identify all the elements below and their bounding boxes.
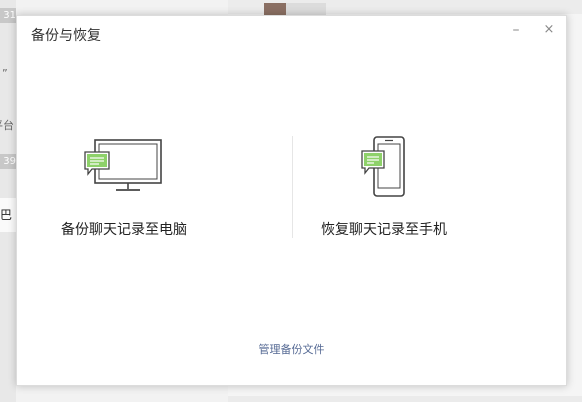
message-bubble (286, 3, 326, 15)
minimize-button[interactable]: – (506, 20, 526, 40)
backup-to-computer-option[interactable]: 备份聊天记录至电脑 (17, 134, 257, 244)
monitor-chat-icon (84, 139, 162, 191)
image-thumbnail[interactable] (264, 3, 286, 15)
chat-preview-fragment: 平台 (0, 119, 14, 132)
restore-to-phone-label: 恢复聊天记录至手机 (321, 222, 447, 238)
chat-time-badge: 31 (0, 8, 16, 23)
chat-list-panel: 31 ” 平台 39 巴 (0, 0, 16, 402)
close-button[interactable]: × (539, 20, 559, 40)
phone-chat-icon (361, 136, 405, 197)
dialog-title: 备份与恢复 (31, 28, 101, 44)
chat-time-badge: 39 (0, 154, 16, 169)
backup-to-computer-label: 备份聊天记录至电脑 (61, 222, 187, 238)
manage-backup-files-link[interactable]: 管理备份文件 (17, 341, 566, 357)
chat-preview-fragment: ” (2, 67, 8, 80)
restore-to-phone-option[interactable]: 恢复聊天记录至手机 (307, 134, 547, 244)
chat-footer-strip (228, 396, 582, 402)
backup-restore-dialog: 备份与恢复 – × 备份聊天记录至电脑 恢复聊天记录至手机 管理备份文件 (16, 15, 567, 386)
